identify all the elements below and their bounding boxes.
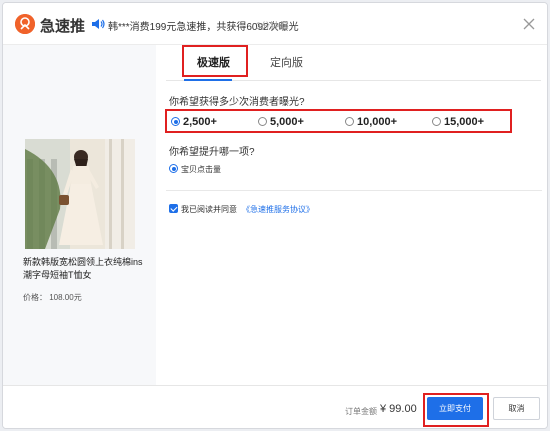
radio-icon[interactable] <box>345 117 354 126</box>
agreement: 我已阅读并同意 《急速推服务协议》 <box>169 204 314 215</box>
radio-selected-icon[interactable] <box>169 164 178 173</box>
dialog: 急速推 韩***消费199元急速推，共获得6092次曝光 3分钟前 新款韩版宽松… <box>2 2 548 429</box>
exposure-options: 2,500+ 5,000+ 10,000+ 15,000+ <box>165 109 512 133</box>
product-title: 新款韩版宽松圆领上衣纯棉ins潮字母短袖T恤女 <box>23 257 143 280</box>
goal-option-clicks[interactable]: 宝贝点击量 <box>169 164 221 175</box>
product-price: 价格： 108.00元 <box>23 293 82 302</box>
product-image <box>25 139 135 249</box>
speaker-icon <box>92 19 105 29</box>
notice-time: 3分钟前 <box>256 21 289 31</box>
radio-icon[interactable] <box>258 117 267 126</box>
agreement-link[interactable]: 《急速推服务协议》 <box>242 205 314 214</box>
agreement-text: 我已阅读并同意 <box>181 205 237 214</box>
order-total-label: 订单金额 <box>345 407 377 416</box>
exposure-option-10000[interactable]: 10,000+ <box>345 116 397 128</box>
active-tab-indicator <box>184 79 232 81</box>
dialog-header: 急速推 韩***消费199元急速推，共获得6092次曝光 3分钟前 <box>3 3 547 45</box>
exposure-option-2500[interactable]: 2,500+ <box>171 116 217 128</box>
radio-selected-icon[interactable] <box>171 117 180 126</box>
divider <box>166 190 542 191</box>
dialog-footer: 订单金额 ¥ 99.00 立即支付 取消 <box>3 385 547 428</box>
exposure-question: 你希望获得多少次消费者曝光? <box>169 97 305 108</box>
close-icon[interactable] <box>521 16 537 32</box>
product-panel: 新款韩版宽松圆领上衣纯棉ins潮字母短袖T恤女 价格： 108.00元 <box>3 45 156 385</box>
tab-bar: 极速版 定向版 <box>166 45 541 81</box>
goal-question: 你希望提升哪一项? <box>169 147 255 158</box>
exposure-option-5000[interactable]: 5,000+ <box>258 116 304 128</box>
agreement-checkbox[interactable] <box>169 204 178 213</box>
app-title: 急速推 <box>40 18 86 35</box>
tab-targeted[interactable]: 定向版 <box>270 54 303 70</box>
main-panel: 极速版 定向版 你希望获得多少次消费者曝光? 2,500+ 5,000+ 10,… <box>156 45 547 385</box>
radio-icon[interactable] <box>432 117 441 126</box>
cancel-button[interactable]: 取消 <box>493 397 540 420</box>
app-logo-icon <box>15 14 35 34</box>
order-total-value: ¥ 99.00 <box>380 403 417 415</box>
exposure-option-15000[interactable]: 15,000+ <box>432 116 484 128</box>
highlight-box-tab <box>182 45 248 77</box>
pay-now-button[interactable]: 立即支付 <box>427 397 483 420</box>
